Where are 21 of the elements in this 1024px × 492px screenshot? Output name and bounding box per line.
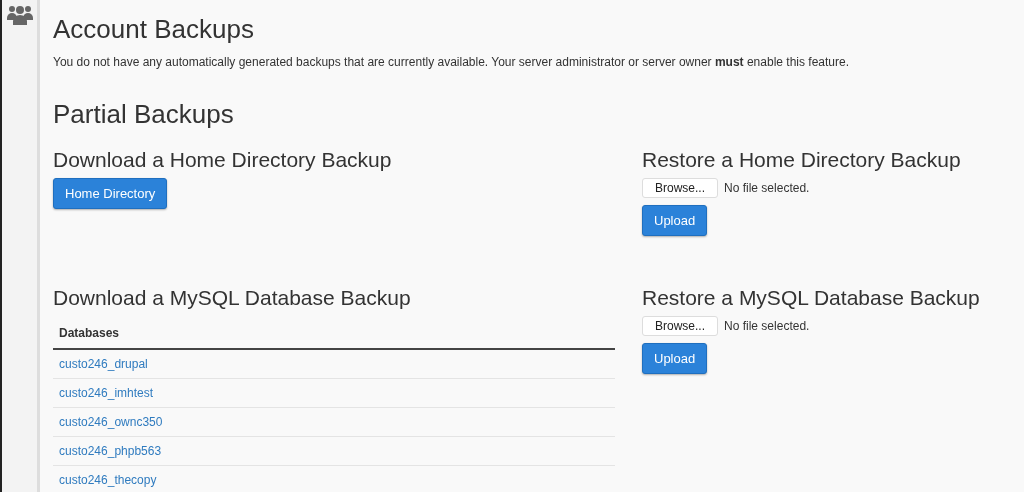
section-heading: Restore a MySQL Database Backup — [642, 286, 980, 310]
users-icon[interactable] — [6, 4, 33, 26]
page-title: Account Backups — [53, 14, 255, 45]
section-heading: Restore a Home Directory Backup — [642, 148, 961, 172]
upload-button[interactable]: Upload — [642, 343, 708, 374]
database-link[interactable]: custo246_drupal — [59, 357, 148, 371]
upload-button[interactable]: Upload — [642, 205, 708, 236]
section-heading: Download a Home Directory Backup — [53, 148, 392, 172]
download-button[interactable]: Home Directory — [53, 178, 168, 209]
database-link[interactable]: custo246_phpb563 — [59, 444, 162, 458]
section-heading: Download a MySQL Database Backup — [53, 286, 411, 310]
column-header: Databases — [53, 320, 615, 350]
file-status: No file selected. — [724, 181, 810, 195]
database-link[interactable]: custo246_imhtest — [59, 386, 154, 400]
section-title: Partial Backups — [53, 99, 235, 130]
database-link[interactable]: custo246_thecopy — [59, 473, 157, 487]
browse-button[interactable]: Browse... — [642, 178, 718, 198]
database-link[interactable]: custo246_ownc350 — [59, 415, 163, 429]
file-status: No file selected. — [724, 319, 810, 333]
notice-text: You do not have any automatically generated backups that are currently available. Your server administrator or server owner must enable this feature. — [53, 55, 850, 69]
browse-button[interactable]: Browse... — [642, 316, 718, 336]
